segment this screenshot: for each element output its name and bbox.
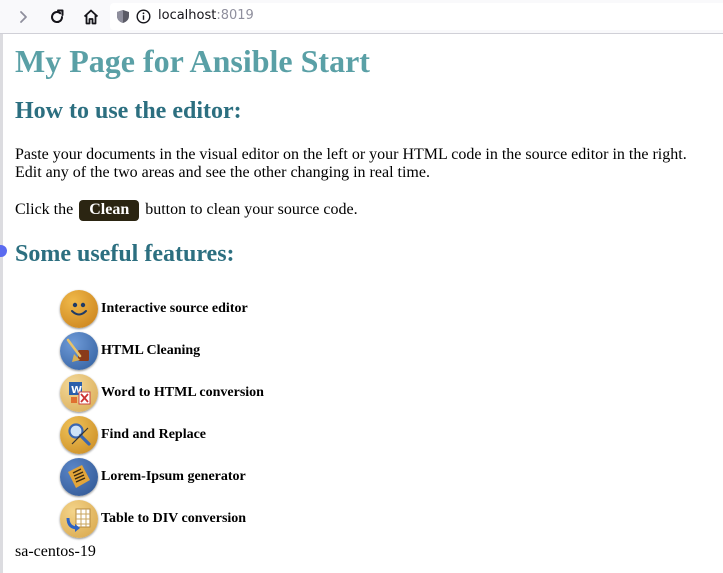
click-before-text: Click the [15, 201, 74, 218]
page-content: My Page for Ansible Start How to use the… [0, 34, 723, 573]
url-host: localhost [158, 8, 217, 23]
feature-label: Find and Replace [101, 427, 207, 442]
reload-button[interactable] [46, 6, 68, 28]
how-to-text: Paste your documents in the visual edito… [15, 146, 687, 181]
clean-instructions: Click the Clean button to clean your sou… [15, 200, 715, 221]
info-icon[interactable] [136, 9, 151, 24]
feature-label: Word to HTML conversion [101, 385, 264, 400]
home-icon [83, 9, 99, 25]
page-title: My Page for Ansible Start [15, 43, 370, 79]
feature-label: Lorem-Ipsum generator [101, 469, 246, 484]
address-bar[interactable]: localhost:8019 [110, 3, 723, 30]
chevron-right-icon [20, 11, 27, 23]
shield-icon [117, 10, 129, 23]
list-item: HTML Cleaning [60, 330, 264, 372]
reload-icon [51, 9, 64, 23]
feature-label: Interactive source editor [101, 301, 248, 316]
word-document-icon: W [60, 374, 98, 412]
list-item: W Word to HTML conversion [60, 372, 264, 414]
magnifier-icon [60, 416, 98, 454]
list-item: Lorem-Ipsum generator [60, 456, 264, 498]
how-to-heading: How to use the editor: [15, 98, 242, 124]
features-heading: Some useful features: [15, 241, 235, 267]
forward-button[interactable] [12, 6, 34, 28]
hostname-text: sa-centos-19 [15, 543, 96, 560]
home-button[interactable] [80, 6, 102, 28]
url-port: :8019 [216, 8, 254, 23]
features-list: Interactive source editor HTML Cleaning … [60, 288, 264, 540]
browser-toolbar: localhost:8019 [0, 0, 723, 34]
list-item: Find and Replace [60, 414, 264, 456]
broom-icon [60, 332, 98, 370]
lorem-text-icon [60, 458, 98, 496]
smiley-face-icon [60, 290, 98, 328]
sidebar-handle[interactable] [0, 245, 7, 257]
table-convert-icon [60, 500, 98, 538]
click-after-text: button to clean your source code. [145, 201, 358, 218]
list-item: Interactive source editor [60, 288, 264, 330]
list-item: Table to DIV conversion [60, 498, 264, 540]
url-text: localhost:8019 [158, 8, 254, 23]
feature-label: Table to DIV conversion [101, 511, 247, 526]
feature-label: HTML Cleaning [101, 343, 201, 358]
clean-button[interactable]: Clean [79, 200, 140, 221]
